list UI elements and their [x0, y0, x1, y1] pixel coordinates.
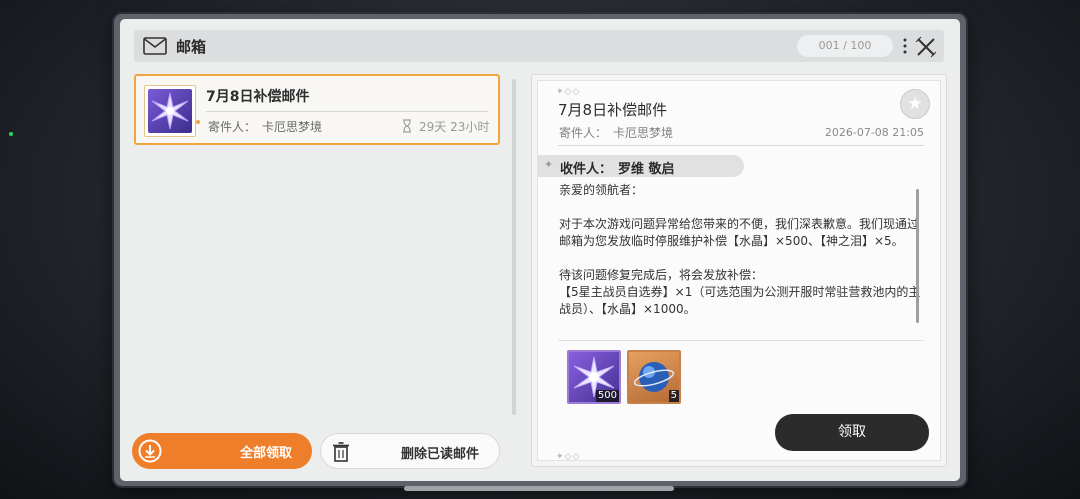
mail-detail-pane: ✦◇◇ 7月8日补偿邮件 寄件人： 卡厄思梦境 2026-07-08 21:05… — [531, 74, 947, 467]
trash-icon — [333, 442, 349, 462]
mail-body: 亲爱的领航者： 对于本次游戏问题异常给您带来的不便，我们深表歉意。我们现通过邮箱… — [559, 182, 921, 318]
mailbox-panel: 邮箱 001 / 100 7月8日补偿邮件 寄件人： 卡厄思梦境 29天 23小… — [120, 19, 960, 481]
body-paragraph: 待该问题修复完成后，将会发放补偿： — [559, 268, 764, 282]
delete-read-button[interactable]: 删除已读邮件 — [320, 433, 500, 469]
recipient-bar: ✦ 收件人： 罗维 敬启 — [538, 155, 744, 177]
window-handle — [404, 486, 674, 491]
claim-all-button[interactable]: 全部领取 — [132, 433, 312, 469]
mail-icon — [143, 37, 167, 55]
mailbox-header: 邮箱 001 / 100 — [134, 30, 944, 62]
sender-label: 寄件人： — [208, 120, 257, 134]
status-dot — [9, 132, 13, 136]
divider — [558, 145, 924, 146]
list-item[interactable]: 7月8日补偿邮件 寄件人： 卡厄思梦境 29天 23小时 — [134, 74, 500, 145]
mailbox-window: 邮箱 001 / 100 7月8日补偿邮件 寄件人： 卡厄思梦境 29天 23小… — [114, 14, 966, 491]
detail-sender-name: 卡厄思梦境 — [613, 126, 674, 140]
body-paragraph: 亲爱的领航者： — [559, 183, 644, 197]
close-icon[interactable] — [915, 36, 937, 58]
recipient-name: 罗维 敬启 — [618, 162, 675, 177]
body-paragraph: 【5星主战员自选券】×1（可选范围为公测开服时常驻营救池内的主战员）、【水晶】×… — [559, 285, 921, 316]
detail-date: 2026-07-08 21:05 — [824, 126, 924, 139]
detail-sender-label: 寄件人： — [559, 126, 608, 140]
favorite-star-button[interactable]: ★ — [900, 89, 930, 119]
sender-name: 卡厄思梦境 — [262, 120, 323, 134]
mail-attachment-thumbnail — [144, 85, 196, 137]
sparkle-icon: ✦ — [544, 158, 554, 171]
download-circle-icon — [138, 439, 162, 463]
list-scrollbar[interactable] — [512, 79, 516, 415]
unread-indicator — [196, 120, 200, 124]
crystal-icon — [151, 92, 189, 130]
page-title: 邮箱 — [176, 38, 207, 56]
claim-all-label: 全部领取 — [240, 446, 293, 461]
reward-item[interactable]: 5 — [627, 350, 681, 404]
mail-title: 7月8日补偿邮件 — [206, 89, 310, 105]
delete-read-label: 删除已读邮件 — [401, 447, 480, 462]
claim-button[interactable]: 领取 — [775, 414, 929, 451]
sparkle-decoration: ✦◇◇ — [556, 87, 581, 97]
body-scrollbar[interactable] — [916, 189, 919, 323]
mail-detail-content: ✦◇◇ 7月8日补偿邮件 寄件人： 卡厄思梦境 2026-07-08 21:05… — [537, 80, 941, 462]
reward-quantity: 5 — [668, 390, 679, 402]
divider — [558, 340, 924, 341]
expire-time: 29天 23小时 — [419, 120, 490, 134]
detail-title: 7月8日补偿邮件 — [558, 101, 668, 119]
reward-quantity: 500 — [595, 390, 619, 402]
star-icon: ★ — [907, 94, 923, 114]
body-paragraph: 对于本次游戏问题异常给您带来的不便，我们深表歉意。我们现通过邮箱为您发放临时停服… — [559, 217, 920, 248]
mail-counter: 001 / 100 — [797, 35, 893, 57]
sparkle-decoration: ✦◇◇ — [556, 452, 581, 462]
hourglass-icon — [403, 119, 411, 133]
more-options-icon[interactable] — [902, 36, 908, 56]
reward-item[interactable]: 500 — [567, 350, 621, 404]
recipient-label: 收件人： — [560, 162, 613, 177]
divider — [206, 111, 488, 112]
